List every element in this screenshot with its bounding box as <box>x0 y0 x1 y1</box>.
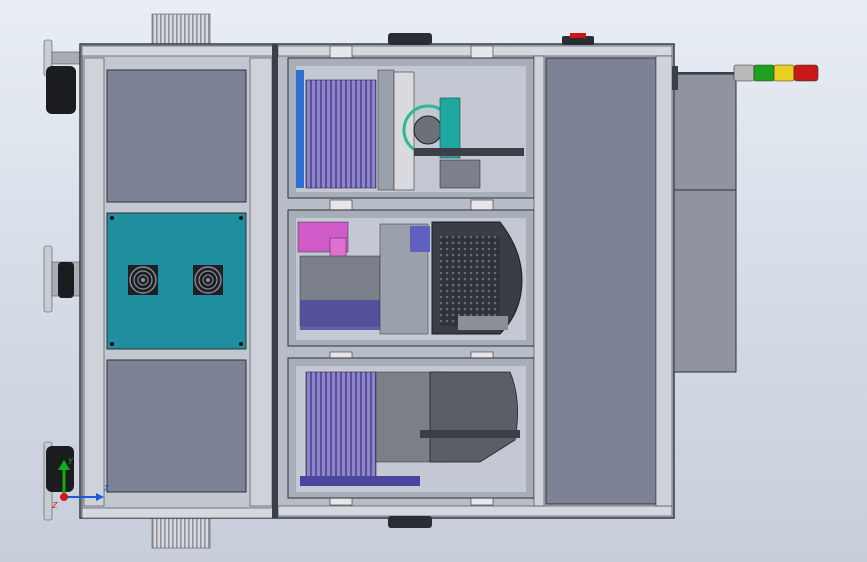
bottom-handle <box>388 516 432 528</box>
cad-viewport[interactable]: Y X Z <box>0 0 867 562</box>
fan-panel <box>106 212 247 350</box>
left-upper-panel <box>106 69 247 203</box>
compartment-lower <box>287 357 535 499</box>
triad-z-label: Z <box>51 501 58 510</box>
leveling-foot-bottom <box>43 441 74 521</box>
leveling-foot-top <box>43 39 81 114</box>
top-handle <box>388 33 432 45</box>
bottom-heatsink <box>151 515 211 549</box>
side-cabinet-upper <box>673 73 737 191</box>
fan-icon <box>193 265 223 295</box>
triad-x-label: X <box>103 484 110 493</box>
top-heatsink <box>151 13 211 47</box>
side-cabinet-lower <box>673 189 737 373</box>
leveling-foot-middle <box>43 245 81 313</box>
compartment-middle <box>287 209 535 347</box>
right-panel <box>545 57 657 505</box>
compartment-upper <box>287 57 535 199</box>
machine-drawing: Y X Z <box>43 13 819 549</box>
fan-icon <box>128 265 158 295</box>
left-lower-panel <box>106 359 247 493</box>
